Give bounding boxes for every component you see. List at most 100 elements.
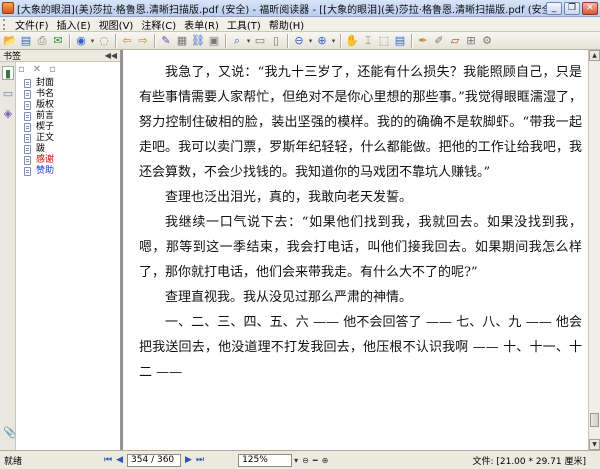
save-icon[interactable]: ▤ (19, 34, 33, 48)
bookmark-item[interactable]: 跋 (24, 144, 119, 155)
sidebar-header: 书签 ◀◀ (0, 50, 120, 62)
search-dropdown-icon[interactable]: ▾ (245, 37, 252, 45)
prev-page-icon[interactable]: ◀ (116, 455, 123, 465)
bookmark-label: 前言 (36, 111, 55, 121)
page-icon (24, 79, 31, 88)
restore-button[interactable]: ❐ (564, 1, 580, 15)
bookmark-item[interactable]: 感谢 (24, 155, 119, 166)
zoom-slider-icon[interactable]: ━ (313, 456, 318, 465)
paragraph: 我继续一口气说下去：“如果他们找到我，我就回去。如果没找到我，嗯，那等到这一季结… (139, 215, 582, 280)
layers-tab-icon[interactable]: ◈ (2, 106, 14, 120)
collapse-sidebar-icon[interactable]: ◀◀ (105, 51, 117, 60)
page-icon (24, 112, 31, 121)
menu-comment[interactable]: 注释(C) (137, 17, 180, 32)
scroll-down-icon[interactable]: ▼ (589, 439, 600, 450)
toolbar-separator (154, 33, 155, 48)
toolbar-separator (340, 33, 341, 48)
vertical-scrollbar[interactable]: ▲ ▼ (588, 50, 600, 450)
menu-insert[interactable]: 插入(E) (53, 17, 95, 32)
email-icon[interactable]: ✉ (51, 34, 65, 48)
toolbar-separator (411, 33, 412, 48)
next-page-icon[interactable]: ▶ (185, 455, 192, 465)
zoom-field[interactable]: 125% (238, 453, 293, 467)
bookmark-item[interactable]: 前言 (24, 111, 119, 122)
bookmark-item[interactable]: 楔子 (24, 122, 119, 133)
toolbar: 📂 ▤ ⎙ ✉ ◉ ▾ ◌ ⇦ ⇨ ✎ ▦ ⛓ ▣ ⌕ ▾ ▭ ▯ ⊖ ▾ ⊕ … (0, 32, 600, 50)
scroll-up-icon[interactable]: ▲ (589, 50, 600, 61)
first-page-icon[interactable]: ⏮ (104, 455, 112, 465)
paste-icon[interactable]: ▦ (175, 34, 189, 48)
toolbar-separator (225, 33, 226, 48)
pencil-icon[interactable]: ✐ (432, 34, 446, 48)
typewriter-icon[interactable]: ✎ (159, 34, 173, 48)
close-button[interactable]: ✕ (582, 1, 598, 15)
window-title: [大象的眼泪](美)莎拉·格鲁恩.清晰扫描版.pdf (安全) - 福昕阅读器 … (17, 4, 546, 16)
page-icon (24, 145, 31, 154)
zoom-in-small-icon[interactable]: ⊕ (322, 456, 329, 465)
minimize-icon: _ (551, 2, 557, 13)
menu-file[interactable]: 文件(F) (11, 17, 53, 32)
menu-view[interactable]: 视图(V) (95, 17, 138, 32)
status-text: 就绪 (4, 456, 23, 467)
zoom-out-icon[interactable]: ⊖ (292, 34, 306, 48)
menu-form[interactable]: 表单(R) (180, 17, 223, 32)
search-icon[interactable]: ⌕ (230, 34, 244, 48)
bookmark-properties-icon[interactable]: ▫ (49, 64, 56, 76)
snapshot-icon[interactable]: ⬚ (377, 34, 391, 48)
back-dropdown-icon[interactable]: ▾ (89, 37, 96, 45)
page-number-field[interactable]: 354 / 360 (127, 453, 182, 467)
bookmarks-tab-icon[interactable]: ▮ (2, 66, 14, 80)
pages-tab-icon[interactable]: ▭ (2, 86, 14, 100)
forward-icon[interactable]: ◌ (97, 34, 111, 48)
delete-bookmark-icon[interactable]: ✕ (33, 64, 41, 76)
settings-icon[interactable]: ⚙ (480, 34, 494, 48)
new-bookmark-icon[interactable]: ▫ (18, 64, 25, 76)
bookmark-item[interactable]: 封面 (24, 78, 119, 89)
fit-width-icon[interactable]: ▯ (269, 34, 283, 48)
page-icon (24, 134, 31, 143)
camera-icon[interactable]: ▣ (207, 34, 221, 48)
copy-icon[interactable]: ⇨ (136, 34, 150, 48)
zoom-dropdown-icon[interactable]: ▾ (294, 456, 298, 465)
shape-icon[interactable]: ▱ (448, 34, 462, 48)
bookmark-item[interactable]: 赞助 (24, 166, 119, 177)
status-bar: 就绪 ⏮ ◀ 354 / 360 ▶ ⏭ 125% ▾ ⊖ ━ ⊕ 文件: [2… (0, 450, 600, 469)
note-icon[interactable]: ▤ (393, 34, 407, 48)
zoom-out-small-icon[interactable]: ⊖ (302, 456, 309, 465)
bookmark-item[interactable]: 书名 (24, 89, 119, 100)
page-icon (24, 123, 31, 132)
highlight-icon[interactable]: ✒ (416, 34, 430, 48)
minimize-button[interactable]: _ (546, 1, 562, 15)
link-icon[interactable]: ⛓ (191, 34, 205, 48)
sidebar-tab-strip: ▮ ▭ ◈ (0, 62, 16, 450)
bookmark-label: 书名 (36, 89, 55, 99)
menu-grip[interactable] (3, 18, 7, 30)
scroll-thumb[interactable] (590, 413, 599, 427)
hand-tool-icon[interactable]: ✋ (345, 34, 359, 48)
menu-help[interactable]: 帮助(H) (265, 17, 308, 32)
bookmark-label: 跋 (36, 144, 46, 154)
close-icon: ✕ (586, 2, 594, 13)
paragraph: 我急了，又说：“我九十三岁了，还能有什么损失？我能照顾自己，只是有些事情需要人家… (139, 65, 582, 180)
folder-icon[interactable]: ⇦ (120, 34, 134, 48)
bookmark-item[interactable]: 版权 (24, 100, 119, 111)
page-icon (24, 167, 31, 176)
open-icon[interactable]: 📂 (3, 34, 17, 48)
zoom-in-icon[interactable]: ⊕ (315, 34, 329, 48)
bookmark-item[interactable]: 正文 (24, 133, 119, 144)
back-icon[interactable]: ◉ (74, 34, 88, 48)
bookmark-label: 版权 (36, 100, 55, 110)
toolbar-separator (287, 33, 288, 48)
text-select-icon[interactable]: ⌶ (361, 34, 375, 48)
toolbar-separator (69, 33, 70, 48)
last-page-icon[interactable]: ⏭ (196, 455, 204, 465)
zoom-in-dropdown-icon[interactable]: ▾ (330, 37, 337, 45)
print-icon[interactable]: ⎙ (35, 34, 49, 48)
stamp-icon[interactable]: ⊞ (464, 34, 478, 48)
attachment-icon[interactable]: 📎 (3, 426, 17, 439)
document-area[interactable]: 我急了，又说：“我九十三岁了，还能有什么损失？我能照顾自己，只是有些事情需要人家… (121, 50, 588, 450)
menu-tools[interactable]: 工具(T) (223, 17, 265, 32)
zoom-out-dropdown-icon[interactable]: ▾ (307, 37, 314, 45)
paragraph: 查理也泛出泪光，真的，我敢向老天发誓。 (165, 190, 413, 205)
fit-page-icon[interactable]: ▭ (253, 34, 267, 48)
